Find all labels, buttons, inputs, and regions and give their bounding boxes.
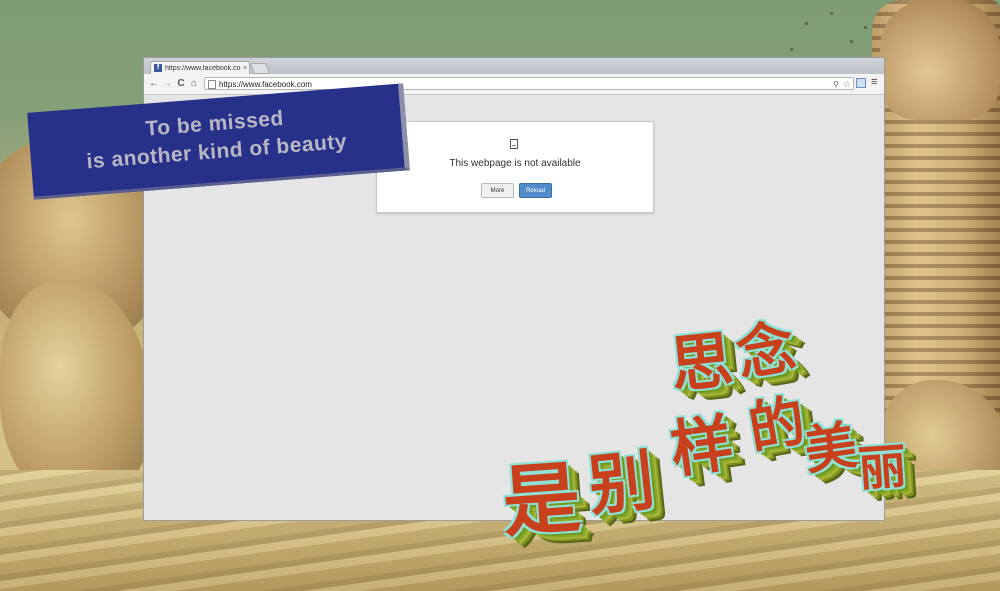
glyph-li: 丽 bbox=[856, 438, 909, 498]
close-tab-icon[interactable]: × bbox=[243, 65, 247, 72]
forward-icon[interactable]: → bbox=[161, 77, 173, 90]
address-bar[interactable]: https://www.facebook.com ⚲ ☆ bbox=[204, 77, 854, 90]
new-tab-button[interactable] bbox=[249, 63, 271, 74]
browser-tab[interactable]: f https://www.facebook.com × bbox=[150, 61, 250, 74]
browser-toolbar: ← → C ⌂ https://www.facebook.com ⚲ ☆ ≡ bbox=[144, 74, 884, 95]
dust-particle bbox=[830, 12, 833, 15]
glyph-si: 思 bbox=[666, 322, 737, 403]
menu-icon[interactable]: ≡ bbox=[871, 76, 877, 88]
search-icon[interactable]: ⚲ bbox=[833, 78, 839, 91]
sad-page-icon bbox=[510, 139, 518, 149]
tab-strip: f https://www.facebook.com × bbox=[144, 58, 884, 74]
more-button[interactable]: More bbox=[481, 183, 514, 198]
chinese-3d-text: 思 念 是 别 样 的 美 丽 bbox=[470, 300, 930, 560]
page-icon bbox=[208, 80, 216, 89]
tab-title: https://www.facebook.com bbox=[165, 64, 241, 72]
reload-button[interactable]: Reload bbox=[519, 183, 552, 198]
glyph-shi: 是 bbox=[499, 452, 584, 549]
bookmark-star-icon[interactable]: ☆ bbox=[843, 78, 851, 91]
address-text: https://www.facebook.com bbox=[219, 80, 312, 89]
back-icon[interactable]: ← bbox=[148, 77, 160, 90]
dust-particle bbox=[805, 22, 808, 25]
dust-particle bbox=[850, 40, 853, 43]
dust-particle bbox=[864, 26, 867, 29]
dust-particle bbox=[790, 48, 793, 51]
reload-icon[interactable]: C bbox=[175, 77, 187, 90]
extension-icon[interactable] bbox=[856, 78, 866, 88]
home-icon[interactable]: ⌂ bbox=[188, 77, 200, 90]
error-message: This webpage is not available bbox=[449, 158, 581, 169]
glyph-bie: 别 bbox=[584, 440, 659, 526]
glyph-mei: 美 bbox=[800, 414, 861, 483]
glyph-yang: 样 bbox=[665, 405, 738, 487]
facebook-favicon-icon: f bbox=[154, 64, 162, 72]
pillar-cap bbox=[880, 0, 1000, 120]
error-dialog: This webpage is not available More Reloa… bbox=[376, 121, 654, 213]
